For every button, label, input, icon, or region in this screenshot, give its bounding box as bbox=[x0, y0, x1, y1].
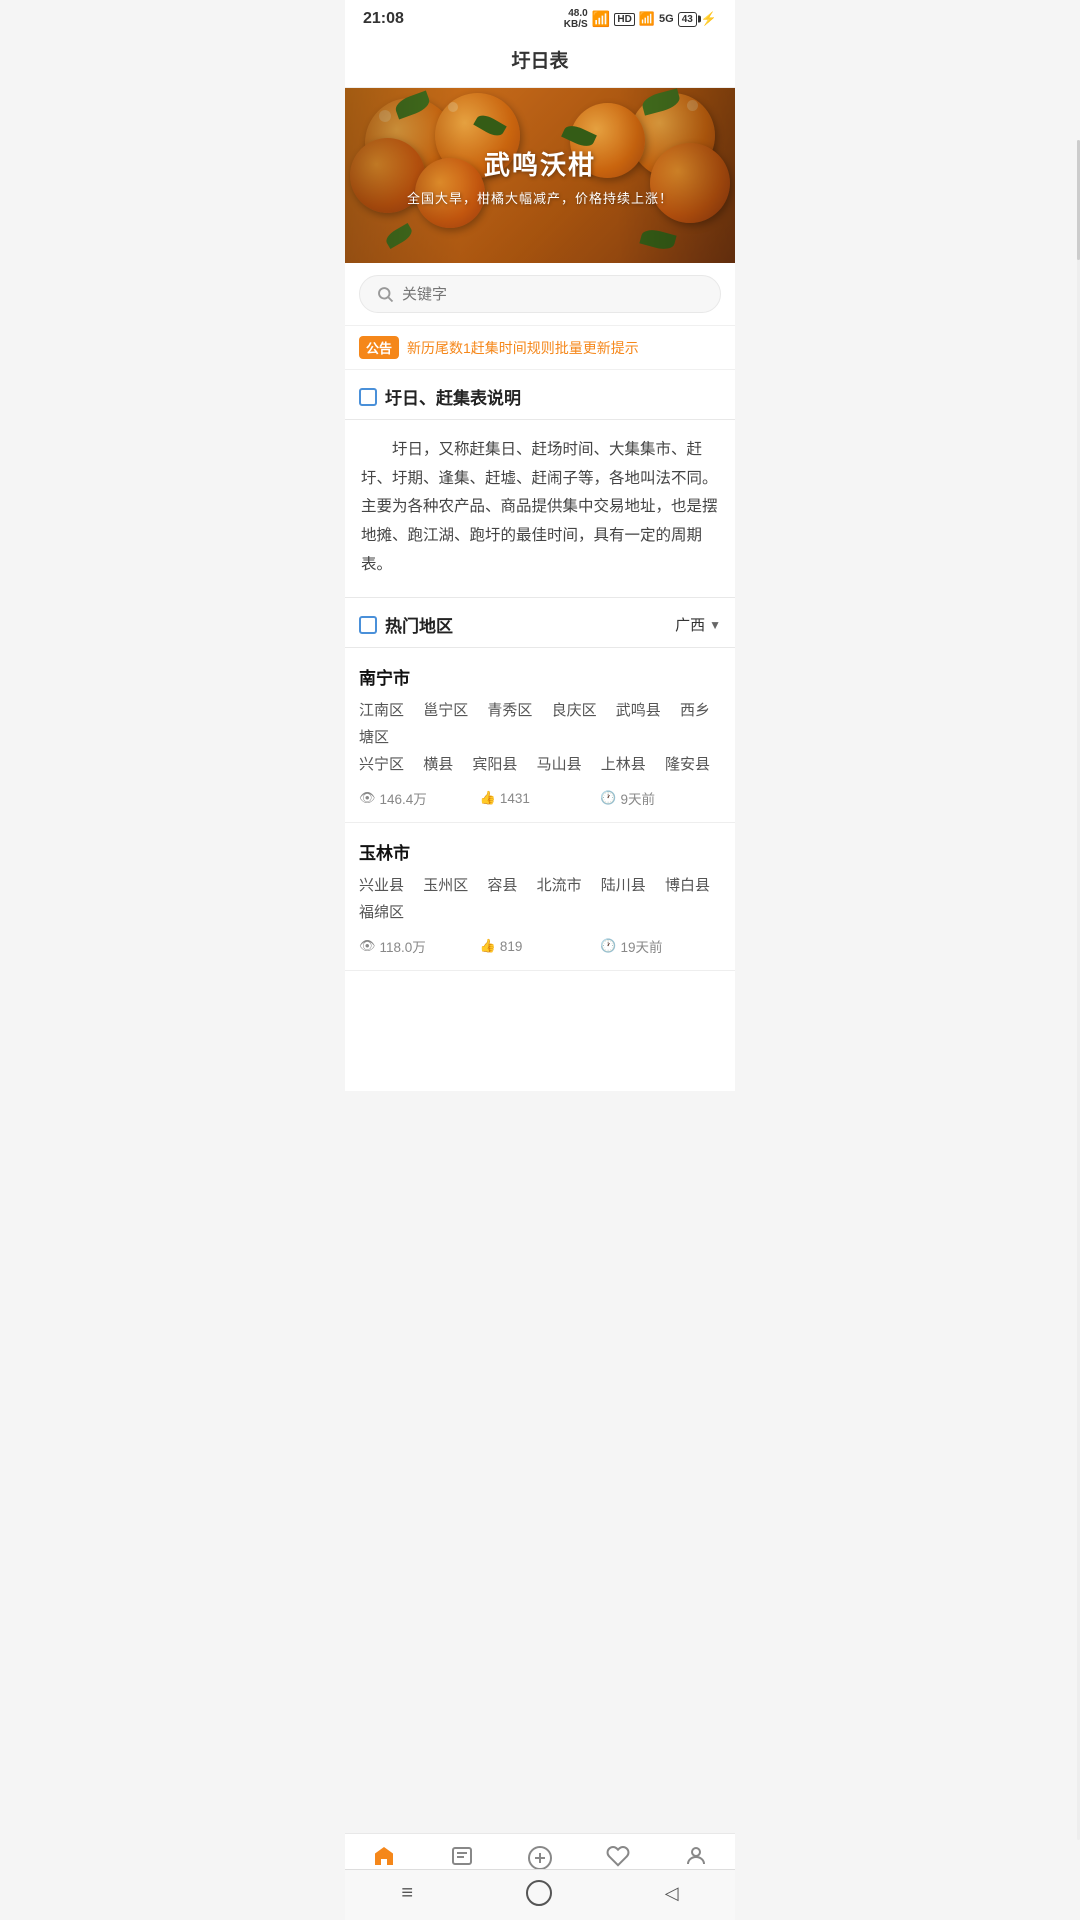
notice-tag: 公告 bbox=[359, 336, 399, 359]
hot-area-section-header: 热门地区 广西 ▼ bbox=[345, 598, 735, 648]
region-selector[interactable]: 广西 ▼ bbox=[675, 614, 721, 635]
search-box[interactable] bbox=[359, 275, 721, 313]
like-count: 👍 1431 bbox=[480, 790, 601, 806]
explain-section-header: 圩日、赶集表说明 bbox=[345, 370, 735, 420]
district-list: 江南区 邕宁区 青秀区 良庆区 武鸣县 西乡塘区 兴宁区 横县 宾阳县 马山县 … bbox=[359, 697, 721, 778]
city-stats: 👁 146.4万 👍 1431 🕐 9天前 bbox=[359, 788, 721, 808]
district-item: 武鸣县 bbox=[616, 702, 661, 719]
district-item: 隆安县 bbox=[665, 756, 710, 773]
city-name: 南宁市 bbox=[359, 664, 721, 689]
like-count: 👍 819 bbox=[480, 938, 601, 954]
search-container bbox=[345, 263, 735, 326]
banner-background: 武鸣沃柑 全国大旱，柑橘大幅减产，价格持续上涨！ bbox=[345, 88, 735, 263]
eye-icon: 👁 bbox=[359, 790, 376, 806]
promo-banner[interactable]: 武鸣沃柑 全国大旱，柑橘大幅减产，价格持续上涨！ bbox=[345, 88, 735, 263]
like-icon: 👍 bbox=[480, 790, 496, 806]
city-item-yulin[interactable]: 玉林市 兴业县 玉州区 容县 北流市 陆川县 博白县 福绵区 👁 118.0万 … bbox=[345, 823, 735, 971]
district-item: 容县 bbox=[487, 877, 517, 894]
notice-bar[interactable]: 公告 新历尾数1赶集时间规则批量更新提示 bbox=[345, 326, 735, 370]
city-item-nanning[interactable]: 南宁市 江南区 邕宁区 青秀区 良庆区 武鸣县 西乡塘区 兴宁区 横县 宾阳县 … bbox=[345, 648, 735, 823]
chevron-down-icon: ▼ bbox=[709, 618, 721, 632]
wifi-icon: 📶 bbox=[592, 10, 611, 28]
search-icon bbox=[376, 285, 394, 303]
region-label: 广西 bbox=[675, 614, 705, 635]
district-item: 上林县 bbox=[601, 756, 646, 773]
city-name: 玉林市 bbox=[359, 839, 721, 864]
district-item: 玉州区 bbox=[423, 877, 468, 894]
time-info: 🕐 9天前 bbox=[600, 788, 721, 808]
district-item: 福绵区 bbox=[359, 904, 404, 921]
time-info: 🕐 19天前 bbox=[600, 936, 721, 956]
like-value: 1431 bbox=[500, 791, 530, 806]
charging-icon: ⚡ bbox=[701, 11, 717, 27]
view-count: 👁 118.0万 bbox=[359, 936, 480, 956]
banner-title: 武鸣沃柑 bbox=[407, 145, 673, 182]
banner-text: 武鸣沃柑 全国大旱，柑橘大幅减产，价格持续上涨！ bbox=[407, 145, 673, 207]
district-item: 北流市 bbox=[537, 877, 582, 894]
district-item: 博白县 bbox=[665, 877, 710, 894]
signal-icon: 📶 bbox=[639, 11, 655, 27]
notice-text: 新历尾数1赶集时间规则批量更新提示 bbox=[407, 338, 639, 358]
district-item: 江南区 bbox=[359, 702, 404, 719]
hd-badge: HD bbox=[614, 13, 634, 26]
hot-area-checkbox-icon bbox=[359, 616, 377, 634]
explain-title: 圩日、赶集表说明 bbox=[385, 384, 521, 409]
district-item: 兴宁区 bbox=[359, 756, 404, 773]
status-time: 21:08 bbox=[363, 10, 404, 28]
time-value: 9天前 bbox=[621, 788, 656, 808]
5g-badge: 5G bbox=[659, 13, 674, 25]
district-item: 马山县 bbox=[537, 756, 582, 773]
view-count: 👁 146.4万 bbox=[359, 788, 480, 808]
hot-area-title: 热门地区 bbox=[385, 612, 453, 637]
like-value: 819 bbox=[500, 939, 523, 954]
sys-home-icon[interactable] bbox=[526, 1880, 552, 1906]
clock-icon: 🕐 bbox=[600, 790, 616, 806]
page-title: 圩日表 bbox=[345, 34, 735, 88]
district-item: 邕宁区 bbox=[423, 702, 468, 719]
explain-checkbox-icon bbox=[359, 388, 377, 406]
district-item: 良庆区 bbox=[552, 702, 597, 719]
explain-title-row: 圩日、赶集表说明 bbox=[359, 384, 521, 409]
banner-subtitle: 全国大旱，柑橘大幅减产，价格持续上涨！ bbox=[407, 188, 673, 207]
district-item: 横县 bbox=[423, 756, 453, 773]
view-value: 118.0万 bbox=[380, 936, 426, 956]
district-item: 兴业县 bbox=[359, 877, 404, 894]
district-item: 陆川县 bbox=[601, 877, 646, 894]
sys-back-icon[interactable]: ◁ bbox=[665, 1883, 679, 1904]
eye-icon: 👁 bbox=[359, 938, 376, 954]
city-stats: 👁 118.0万 👍 819 🕐 19天前 bbox=[359, 936, 721, 956]
battery-indicator: 43 bbox=[678, 12, 697, 27]
district-list: 兴业县 玉州区 容县 北流市 陆川县 博白县 福绵区 bbox=[359, 872, 721, 926]
search-input[interactable] bbox=[402, 286, 704, 303]
system-nav-bar: ≡ ◁ bbox=[345, 1869, 735, 1920]
district-item: 宾阳县 bbox=[472, 756, 517, 773]
clock-icon: 🕐 bbox=[600, 938, 616, 954]
view-value: 146.4万 bbox=[380, 788, 427, 808]
status-icons: 48.0KB/S 📶 HD 📶 5G 43 ⚡ bbox=[564, 8, 717, 30]
hot-area-title-row: 热门地区 bbox=[359, 612, 453, 637]
status-bar: 21:08 48.0KB/S 📶 HD 📶 5G 43 ⚡ bbox=[345, 0, 735, 34]
time-value: 19天前 bbox=[621, 936, 663, 956]
district-item: 青秀区 bbox=[487, 702, 532, 719]
explain-description: 圩日，又称赶集日、赶场时间、大集集市、赶圩、圩期、逢集、赶墟、赶闹子等，各地叫法… bbox=[345, 420, 735, 598]
main-content: 武鸣沃柑 全国大旱，柑橘大幅减产，价格持续上涨！ 公告 新历尾数1赶集时间规则批… bbox=[345, 88, 735, 1091]
like-icon: 👍 bbox=[480, 938, 496, 954]
network-speed: 48.0KB/S bbox=[564, 8, 588, 30]
sys-menu-icon[interactable]: ≡ bbox=[401, 1882, 413, 1905]
